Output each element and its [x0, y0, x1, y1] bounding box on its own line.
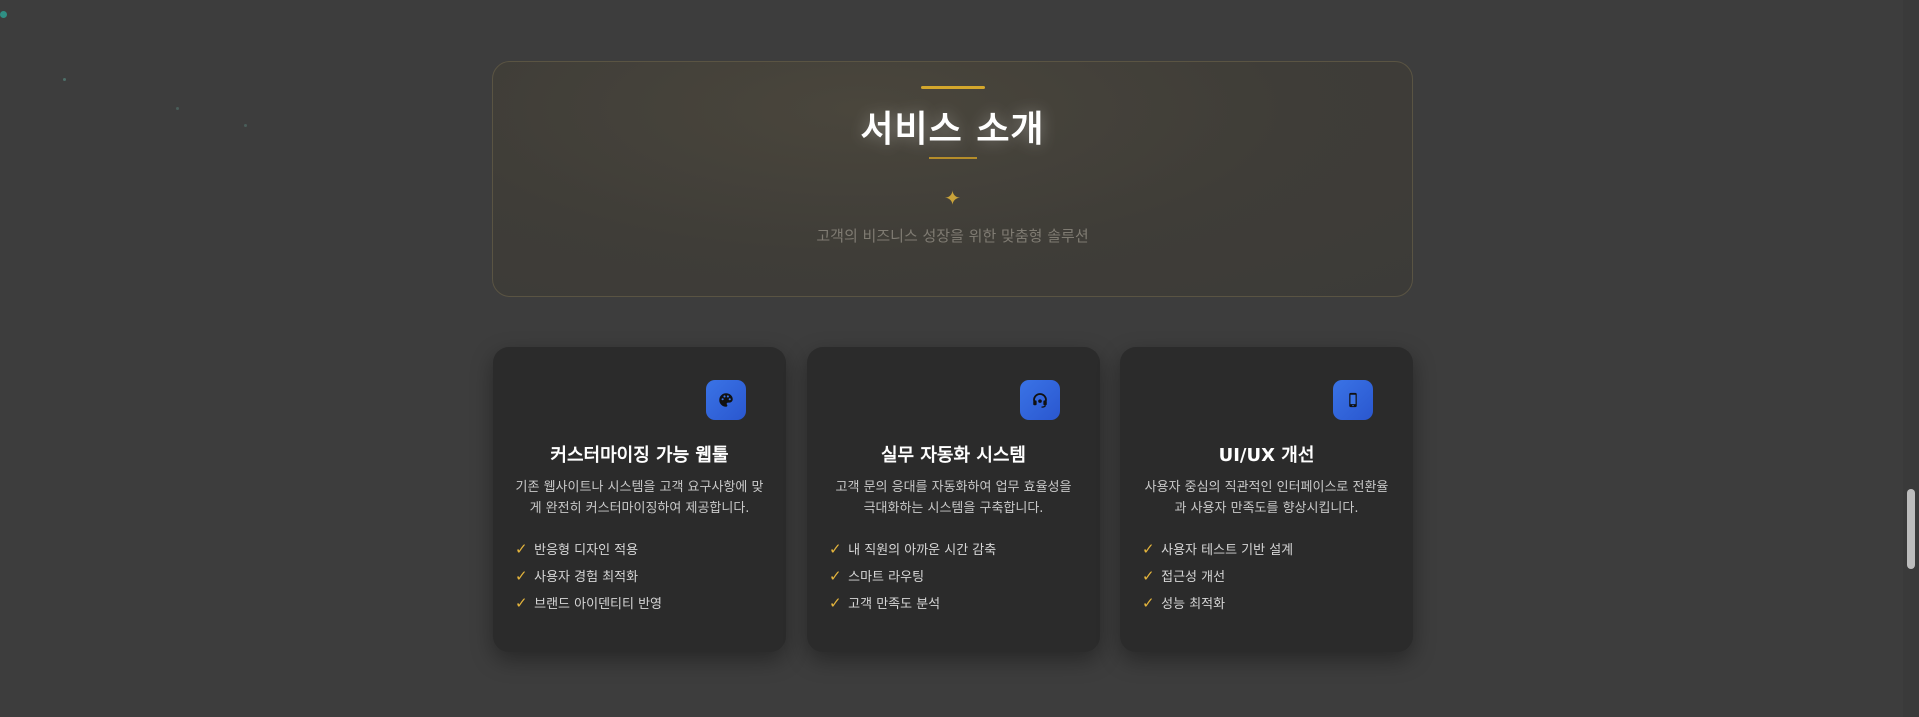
card-title: 커스터마이징 가능 웹툴	[550, 445, 729, 466]
feature-label: 사용자 테스트 기반 설계	[1161, 543, 1294, 558]
title-accent-line	[920, 86, 985, 89]
page: 서비스 소개 ✦ 고객의 비즈니스 성장을 위한 맞춤형 솔루션 커스터마이징 …	[0, 0, 1919, 717]
feature-item: ✓ 사용자 경험 최적화	[515, 563, 764, 590]
card-description: 사용자 중심의 직관적인 인터페이스로 전환율과 사용자 만족도를 향상시킵니다…	[1144, 480, 1389, 516]
check-icon: ✓	[829, 567, 842, 585]
check-icon: ✓	[1142, 594, 1155, 612]
title-underline	[928, 157, 977, 159]
feature-label: 내 직원의 아까운 시간 감축	[848, 543, 997, 558]
feature-label: 반응형 디자인 적용	[534, 543, 639, 558]
section-subtitle: 고객의 비즈니스 성장을 위한 맞춤형 솔루션	[816, 227, 1089, 245]
check-icon: ✓	[515, 594, 528, 612]
mobile-icon	[1333, 380, 1373, 420]
decorative-dot	[176, 107, 179, 110]
card-title: 실무 자동화 시스템	[880, 445, 1026, 466]
palette-icon	[706, 380, 746, 420]
section-title: 서비스 소개	[860, 109, 1045, 150]
check-icon: ✓	[1142, 567, 1155, 585]
feature-item: ✓ 내 직원의 아까운 시간 감축	[829, 536, 1078, 563]
sparkle-icon: ✦	[944, 186, 961, 210]
feature-item: ✓ 반응형 디자인 적용	[515, 536, 764, 563]
check-icon: ✓	[515, 540, 528, 558]
feature-label: 접근성 개선	[1161, 570, 1226, 585]
feature-list: ✓ 내 직원의 아까운 시간 감축 ✓ 스마트 라우팅 ✓ 고객 만족도 분석	[829, 536, 1078, 617]
service-card-uiux[interactable]: UI/UX 개선 사용자 중심의 직관적인 인터페이스로 전환율과 사용자 만족…	[1120, 347, 1413, 652]
service-card-custom-webtool[interactable]: 커스터마이징 가능 웹툴 기존 웹사이트나 시스템을 고객 요구사항에 맞게 완…	[493, 347, 786, 652]
feature-item: ✓ 사용자 테스트 기반 설계	[1142, 536, 1391, 563]
decorative-dot	[63, 78, 66, 81]
service-intro-header: 서비스 소개 ✦ 고객의 비즈니스 성장을 위한 맞춤형 솔루션	[492, 61, 1413, 297]
check-icon: ✓	[829, 540, 842, 558]
headset-icon	[1020, 380, 1060, 420]
feature-item: ✓ 스마트 라우팅	[829, 563, 1078, 590]
feature-item: ✓ 고객 만족도 분석	[829, 590, 1078, 617]
feature-label: 스마트 라우팅	[848, 570, 925, 585]
check-icon: ✓	[829, 594, 842, 612]
feature-item: ✓ 성능 최적화	[1142, 590, 1391, 617]
check-icon: ✓	[515, 567, 528, 585]
scrollbar-thumb[interactable]	[1907, 489, 1915, 569]
feature-label: 성능 최적화	[1161, 597, 1226, 612]
card-description: 기존 웹사이트나 시스템을 고객 요구사항에 맞게 완전히 커스터마이징하여 제…	[515, 480, 764, 516]
feature-item: ✓ 브랜드 아이덴티티 반영	[515, 590, 764, 617]
decorative-dot	[244, 124, 247, 127]
vertical-scrollbar[interactable]	[1903, 0, 1919, 717]
decorative-dot	[0, 11, 7, 18]
feature-label: 고객 만족도 분석	[848, 597, 941, 612]
feature-label: 사용자 경험 최적화	[534, 570, 639, 585]
card-description: 고객 문의 응대를 자동화하여 업무 효율성을 극대화하는 시스템을 구축합니다…	[835, 480, 1072, 516]
service-card-automation[interactable]: 실무 자동화 시스템 고객 문의 응대를 자동화하여 업무 효율성을 극대화하는…	[807, 347, 1100, 652]
check-icon: ✓	[1142, 540, 1155, 558]
feature-list: ✓ 사용자 테스트 기반 설계 ✓ 접근성 개선 ✓ 성능 최적화	[1142, 536, 1391, 617]
feature-item: ✓ 접근성 개선	[1142, 563, 1391, 590]
feature-list: ✓ 반응형 디자인 적용 ✓ 사용자 경험 최적화 ✓ 브랜드 아이덴티티 반영	[515, 536, 764, 617]
feature-label: 브랜드 아이덴티티 반영	[534, 597, 663, 612]
card-title: UI/UX 개선	[1218, 445, 1315, 466]
